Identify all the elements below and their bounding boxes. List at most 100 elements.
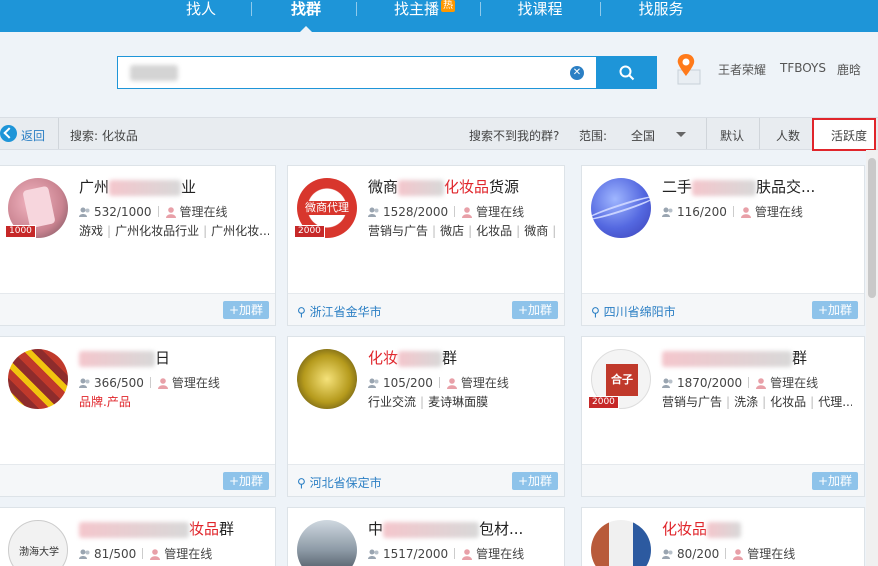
filter-bar: 返回 搜索: 化妆品 搜索不到我的群? 范围: 全国 默认 人数 活跃度 bbox=[0, 117, 878, 151]
group-avatar bbox=[591, 178, 651, 238]
members-icon bbox=[662, 207, 673, 217]
tab-find-services[interactable]: 找服务 bbox=[636, 0, 686, 32]
join-group-button[interactable]: +加群 bbox=[511, 301, 558, 319]
chevron-down-icon[interactable] bbox=[676, 132, 686, 137]
close-circle-icon[interactable]: ✕ bbox=[570, 66, 584, 80]
search-icon bbox=[619, 65, 635, 81]
hotword-link[interactable]: TFBOYS bbox=[780, 61, 826, 75]
tab-find-groups[interactable]: 找群 bbox=[289, 0, 323, 32]
divider bbox=[759, 118, 760, 149]
admin-icon bbox=[446, 378, 457, 389]
group-location: ⚲ 河北省保定市 bbox=[297, 476, 382, 490]
nav-separator bbox=[251, 2, 252, 16]
group-card[interactable]: 中包材... 1517/2000 管理在线 bbox=[287, 507, 565, 566]
members-icon bbox=[662, 378, 673, 388]
admin-icon bbox=[733, 549, 744, 560]
group-card[interactable]: 渤海大学 妆品群 81/500 管理在线 bbox=[0, 507, 276, 566]
group-meta: 532/1000 管理在线 bbox=[79, 203, 228, 220]
admin-icon bbox=[157, 378, 168, 389]
range-select[interactable]: 全国 bbox=[631, 127, 655, 144]
group-name: 广州业 bbox=[79, 178, 197, 196]
join-group-button[interactable]: +加群 bbox=[222, 301, 269, 319]
search-input[interactable] bbox=[118, 57, 558, 88]
nav-separator bbox=[356, 2, 357, 16]
members-icon bbox=[79, 378, 90, 388]
sort-members[interactable]: 人数 bbox=[776, 127, 800, 144]
hotword-link[interactable]: 王者荣耀 bbox=[718, 61, 766, 78]
search-button[interactable] bbox=[597, 56, 657, 89]
sort-activity-label: 活跃度 bbox=[831, 129, 868, 143]
group-avatar bbox=[297, 520, 357, 566]
group-name: 日 bbox=[79, 347, 170, 368]
group-tags: 行业交流 | 麦诗琳面膜 bbox=[368, 395, 489, 409]
range-label: 范围: bbox=[579, 129, 608, 143]
group-avatar bbox=[8, 349, 68, 409]
group-meta: 1528/2000 管理在线 bbox=[368, 203, 524, 220]
join-group-button[interactable]: +加群 bbox=[222, 472, 269, 490]
tab-find-streamer[interactable]: 找主播热 bbox=[394, 0, 468, 32]
blurred-query bbox=[130, 65, 178, 81]
admin-icon bbox=[462, 207, 473, 218]
members-icon bbox=[79, 549, 90, 559]
group-tags: 营销与广告|微店|化妆品|微商|... bbox=[368, 224, 557, 238]
scrollbar[interactable] bbox=[866, 150, 878, 566]
tab-find-people[interactable]: 找人 bbox=[184, 0, 218, 32]
back-link[interactable]: 返回 bbox=[21, 127, 45, 144]
group-meta: 80/200 管理在线 bbox=[662, 545, 795, 562]
group-tags: 游戏 | 广州化妆品行业 | 广州化妆... bbox=[79, 224, 269, 238]
search-keyword: 搜索: 化妆品 bbox=[70, 129, 138, 143]
group-avatar: 渤海大学 bbox=[8, 520, 68, 566]
group-meta: 81/500 管理在线 bbox=[79, 545, 212, 562]
group-location: ⚲ 四川省绵阳市 bbox=[591, 305, 676, 319]
group-avatar bbox=[297, 349, 357, 409]
group-meta: 116/200 管理在线 bbox=[662, 203, 803, 220]
divider bbox=[706, 118, 707, 149]
group-card[interactable]: 化妆品 80/200 管理在线 bbox=[581, 507, 865, 566]
card-footer: +加群 bbox=[582, 464, 864, 496]
scrollbar-thumb[interactable] bbox=[868, 158, 876, 298]
member-cap-badge: 2000 bbox=[588, 396, 619, 409]
group-location: ⚲ 浙江省金华市 bbox=[297, 305, 382, 319]
group-name: 群 bbox=[662, 347, 807, 368]
sort-activity[interactable]: 活跃度 bbox=[812, 118, 876, 151]
group-meta: 366/500 管理在线 bbox=[79, 374, 220, 391]
admin-icon bbox=[756, 378, 767, 389]
admin-icon bbox=[740, 207, 751, 218]
hot-badge: 热 bbox=[441, 0, 456, 12]
not-found-link[interactable]: 搜索不到我的群? bbox=[469, 127, 559, 144]
members-icon bbox=[368, 207, 379, 217]
card-footer: ⚲ 四川省绵阳市 +加群 bbox=[582, 293, 864, 325]
nav-separator bbox=[480, 2, 481, 16]
group-card[interactable]: 二手 肤品交... 116/200 管理在线 ⚲ 四川省绵阳市 +加群 bbox=[581, 165, 865, 326]
sort-default[interactable]: 默认 bbox=[720, 127, 744, 144]
group-card[interactable]: 1000 广州业 532/1000 管理在线 游戏 | 广州化妆品行业 | 广州化妆...… bbox=[0, 165, 276, 326]
group-card[interactable]: 合子 2000 群 1870/2000 管理在线 营销与广告 | 洗涤 | 化妆品 | 代理.… bbox=[581, 336, 865, 497]
members-icon bbox=[368, 378, 379, 388]
join-group-button[interactable]: +加群 bbox=[511, 472, 558, 490]
group-name: 微商 化妆品货源 bbox=[368, 178, 520, 196]
admin-icon bbox=[462, 549, 473, 560]
card-footer: ⚲ 河北省保定市 +加群 bbox=[288, 464, 564, 496]
member-cap-badge: 1000 bbox=[5, 225, 36, 238]
group-meta: 105/200 管理在线 bbox=[368, 374, 509, 391]
join-group-button[interactable]: +加群 bbox=[811, 301, 858, 319]
tab-find-courses[interactable]: 找课程 bbox=[515, 0, 565, 32]
location-pin-icon[interactable] bbox=[674, 52, 704, 88]
admin-icon bbox=[165, 207, 176, 218]
divider bbox=[58, 118, 59, 149]
hotword-link[interactable]: 鹿晗 bbox=[837, 61, 861, 78]
group-name: 中包材... bbox=[368, 520, 524, 538]
members-icon bbox=[662, 549, 673, 559]
group-name: 妆品群 bbox=[79, 518, 234, 539]
member-cap-badge: 2000 bbox=[294, 225, 325, 238]
back-arrow-icon[interactable] bbox=[0, 125, 17, 142]
group-card[interactable]: 微商代理 2000 微商 化妆品货源 1528/2000 管理在线 营销与广告 | 微店… bbox=[287, 165, 565, 326]
group-name: 化妆群 bbox=[368, 349, 458, 367]
tab-label: 找主播 bbox=[394, 0, 440, 18]
card-footer: +加群 bbox=[0, 293, 275, 325]
top-nav: 找人 找群 找主播热 找课程 找服务 bbox=[0, 0, 878, 32]
join-group-button[interactable]: +加群 bbox=[811, 472, 858, 490]
group-meta: 1870/2000 管理在线 bbox=[662, 374, 818, 391]
group-card[interactable]: 化妆群 105/200 管理在线 行业交流 | 麦诗琳面膜 ⚲ 河北省保定市 +加群 bbox=[287, 336, 565, 497]
group-card[interactable]: 日 366/500 管理在线 品牌.产品 +加群 bbox=[0, 336, 276, 497]
